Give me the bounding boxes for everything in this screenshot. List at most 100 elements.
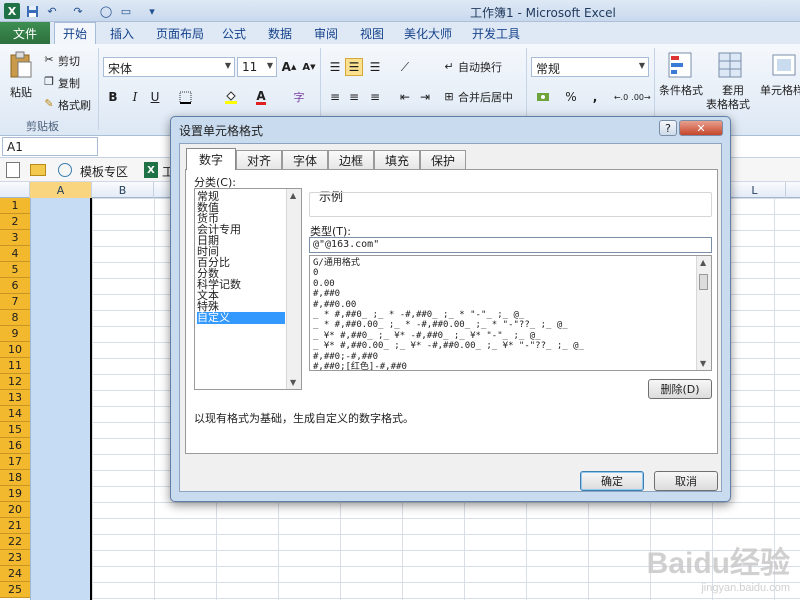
- print-preview-icon[interactable]: ▭: [118, 3, 134, 19]
- row-header[interactable]: 18: [0, 470, 30, 486]
- format-code-item[interactable]: #,##0: [313, 289, 340, 300]
- format-code-item[interactable]: _ ¥* #,##0_ ;_ ¥* -#,##0_ ;_ ¥* "-"_ ;_ …: [313, 331, 541, 342]
- format-code-item[interactable]: #,##0;[红色]-#,##0: [313, 362, 407, 370]
- cell-styles-button[interactable]: 单元格样: [760, 82, 800, 98]
- row-header[interactable]: 1: [0, 198, 30, 214]
- row-header[interactable]: 16: [0, 438, 30, 454]
- tab-alignment[interactable]: 对齐: [236, 150, 282, 169]
- tab-review[interactable]: 审阅: [312, 22, 340, 44]
- tab-data[interactable]: 数据: [266, 22, 294, 44]
- column-header-b[interactable]: B: [92, 182, 154, 198]
- cancel-button[interactable]: 取消: [654, 471, 718, 491]
- category-item[interactable]: 自定义: [197, 312, 285, 324]
- tab-page-layout[interactable]: 页面布局: [154, 22, 206, 44]
- row-header[interactable]: 7: [0, 294, 30, 310]
- delete-button[interactable]: 删除(D): [648, 379, 712, 399]
- close-button[interactable]: ✕: [679, 120, 723, 136]
- cell-styles-icon[interactable]: [770, 50, 798, 80]
- format-as-table-icon[interactable]: [716, 50, 744, 80]
- help-button[interactable]: ?: [659, 120, 677, 136]
- tab-insert[interactable]: 插入: [108, 22, 136, 44]
- italic-button[interactable]: I: [126, 88, 144, 106]
- tab-developer[interactable]: 开发工具: [470, 22, 522, 44]
- font-color-button[interactable]: A: [252, 88, 270, 106]
- grow-font-icon[interactable]: A ▲: [280, 58, 298, 76]
- new-document-icon[interactable]: [6, 162, 20, 178]
- type-input[interactable]: @"@163.com": [309, 237, 712, 253]
- increase-indent-icon[interactable]: ⇥: [416, 88, 434, 106]
- tab-protection[interactable]: 保护: [420, 150, 466, 169]
- qat-dropdown-icon[interactable]: ▾: [144, 3, 160, 19]
- row-header[interactable]: 2: [0, 214, 30, 230]
- orientation-icon[interactable]: ⟋: [396, 58, 414, 76]
- percent-button[interactable]: %: [562, 88, 580, 106]
- row-header[interactable]: 10: [0, 342, 30, 358]
- scroll-thumb[interactable]: [699, 274, 708, 290]
- align-top-icon[interactable]: ☰: [326, 58, 344, 76]
- font-name-combo[interactable]: 宋体 ▼: [103, 57, 235, 77]
- row-header[interactable]: 8: [0, 310, 30, 326]
- fill-color-icon[interactable]: [222, 88, 240, 106]
- merge-center-icon[interactable]: ⊞: [442, 89, 456, 103]
- category-scrollbar[interactable]: ▲ ▼: [286, 189, 301, 389]
- format-code-item[interactable]: #,##0.00: [313, 300, 356, 311]
- tab-font[interactable]: 字体: [282, 150, 328, 169]
- format-code-item[interactable]: _ ¥* #,##0.00_ ;_ ¥* -#,##0.00_ ;_ ¥* "-…: [313, 341, 584, 352]
- tab-formulas[interactable]: 公式: [220, 22, 248, 44]
- tab-fill[interactable]: 填充: [374, 150, 420, 169]
- row-header[interactable]: 11: [0, 358, 30, 374]
- row-header[interactable]: 13: [0, 390, 30, 406]
- align-center-icon[interactable]: ≡: [345, 88, 363, 106]
- tab-view[interactable]: 视图: [358, 22, 386, 44]
- select-all-corner[interactable]: [0, 182, 30, 198]
- row-header[interactable]: 4: [0, 246, 30, 262]
- excel-logo-icon[interactable]: X: [4, 3, 20, 19]
- wrap-text-icon[interactable]: ↵: [442, 59, 456, 73]
- format-code-item[interactable]: 0.00: [313, 279, 335, 290]
- tab-number[interactable]: 数字: [186, 148, 236, 170]
- conditional-format-button[interactable]: 条件格式: [659, 82, 703, 98]
- row-header[interactable]: 15: [0, 422, 30, 438]
- undo-icon[interactable]: ↶: [44, 3, 60, 19]
- number-format-combo[interactable]: 常规 ▼: [531, 57, 649, 77]
- format-code-item[interactable]: _ * #,##0.00_ ;_ * -#,##0.00_ ;_ * "-"??…: [313, 320, 568, 331]
- paste-label[interactable]: 粘贴: [10, 84, 32, 100]
- category-list[interactable]: ▲ ▼ 常规 数值 货币 会计专用 日期 时间 百分比 分数 科学记数 文本 特殊 自定义: [194, 188, 302, 390]
- tab-file[interactable]: 文件: [0, 22, 50, 44]
- format-code-item[interactable]: #,##0;-#,##0: [313, 352, 378, 363]
- shrink-font-icon[interactable]: A ▼: [300, 58, 318, 76]
- format-code-item[interactable]: G/通用格式: [313, 258, 360, 269]
- decrease-indent-icon[interactable]: ⇤: [396, 88, 414, 106]
- decrease-decimal-icon[interactable]: .00→: [631, 88, 650, 106]
- row-header[interactable]: 6: [0, 278, 30, 294]
- align-right-icon[interactable]: ≡: [366, 88, 384, 106]
- copy-icon[interactable]: ❐: [42, 74, 56, 88]
- format-code-item[interactable]: 0: [313, 268, 318, 279]
- row-header[interactable]: 20: [0, 502, 30, 518]
- redo-icon[interactable]: ↷: [70, 3, 86, 19]
- wrap-text-button[interactable]: 自动换行: [458, 59, 502, 75]
- scroll-up-icon[interactable]: ▲: [700, 258, 706, 267]
- merge-center-button[interactable]: 合并后居中: [458, 89, 513, 105]
- row-header[interactable]: 21: [0, 518, 30, 534]
- bold-button[interactable]: B: [104, 88, 122, 106]
- row-header[interactable]: 24: [0, 566, 30, 582]
- row-header[interactable]: 19: [0, 486, 30, 502]
- scroll-up-icon[interactable]: ▲: [290, 191, 296, 200]
- name-box[interactable]: A1: [2, 137, 98, 156]
- accounting-format-icon[interactable]: [534, 88, 552, 106]
- row-header[interactable]: 14: [0, 406, 30, 422]
- scroll-down-icon[interactable]: ▼: [700, 359, 706, 368]
- tab-border[interactable]: 边框: [328, 150, 374, 169]
- tab-home[interactable]: 开始: [54, 22, 97, 44]
- cut-icon[interactable]: ✂: [42, 52, 56, 66]
- template-zone-tab[interactable]: 模板专区: [80, 163, 128, 180]
- format-scrollbar[interactable]: ▲ ▼: [696, 256, 711, 370]
- format-code-item[interactable]: _ * #,##0_ ;_ * -#,##0_ ;_ * "-"_ ;_ @_: [313, 310, 524, 321]
- align-bottom-icon[interactable]: ☰: [366, 58, 384, 76]
- paste-icon[interactable]: [8, 50, 34, 80]
- row-header[interactable]: 5: [0, 262, 30, 278]
- underline-button[interactable]: U: [146, 88, 164, 106]
- selected-column-a[interactable]: [30, 198, 92, 600]
- customize-icon[interactable]: ◯: [98, 3, 114, 19]
